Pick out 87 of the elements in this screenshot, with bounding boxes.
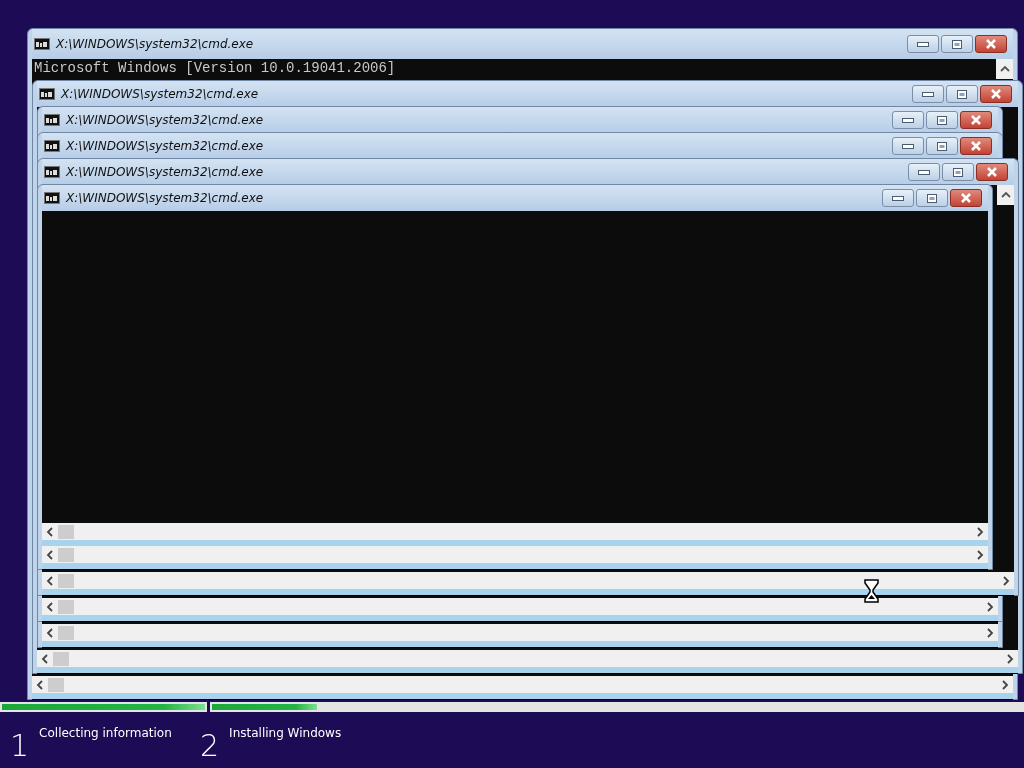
scroll-thumb[interactable] — [58, 573, 74, 588]
scroll-right-icon[interactable] — [1003, 575, 1010, 586]
scroll-thumb[interactable] — [58, 599, 74, 614]
window-title: X:\WINDOWS\system32\cmd.exe — [66, 191, 265, 205]
scroll-right-icon[interactable] — [1007, 653, 1014, 664]
close-icon — [960, 193, 972, 203]
step-number: 2 — [200, 730, 220, 762]
scroll-thumb[interactable] — [53, 651, 69, 666]
maximize-button[interactable] — [926, 137, 958, 155]
maximize-icon — [937, 141, 947, 151]
maximize-button[interactable] — [916, 189, 948, 207]
horizontal-scrollbar[interactable] — [42, 598, 998, 621]
minimize-icon — [902, 117, 914, 123]
close-icon — [990, 89, 1002, 99]
scroll-left-icon[interactable] — [36, 679, 43, 690]
maximize-icon — [927, 193, 937, 203]
console-icon — [34, 38, 50, 50]
scroll-left-icon[interactable] — [46, 601, 53, 612]
close-button[interactable] — [975, 35, 1007, 53]
close-button[interactable] — [980, 85, 1012, 103]
window-title: X:\WINDOWS\system32\cmd.exe — [66, 165, 265, 179]
maximize-icon — [952, 39, 962, 49]
scroll-left-icon[interactable] — [46, 575, 53, 586]
scroll-right-icon[interactable] — [977, 549, 984, 560]
scroll-left-icon[interactable] — [46, 549, 53, 560]
close-button[interactable] — [950, 189, 982, 207]
window-title: X:\WINDOWS\system32\cmd.exe — [61, 87, 260, 101]
minimize-button[interactable] — [908, 163, 940, 181]
title-bar[interactable]: X:\WINDOWS\system32\cmd.exe — [42, 107, 998, 133]
scroll-left-icon[interactable] — [46, 627, 53, 638]
scroll-thumb[interactable] — [58, 625, 74, 640]
minimize-button[interactable] — [907, 35, 939, 53]
horizontal-scrollbar[interactable] — [42, 523, 988, 546]
close-button[interactable] — [960, 137, 992, 155]
close-icon — [985, 39, 997, 49]
horizontal-scrollbar[interactable] — [32, 676, 1013, 699]
title-bar[interactable]: X:\WINDOWS\system32\cmd.exe — [42, 159, 1014, 185]
scroll-right-icon[interactable] — [1002, 679, 1009, 690]
minimize-icon — [892, 195, 904, 201]
scroll-thumb[interactable] — [58, 547, 74, 562]
maximize-icon — [957, 89, 967, 99]
maximize-button[interactable] — [946, 85, 978, 103]
close-icon — [970, 141, 982, 151]
minimize-button[interactable] — [912, 85, 944, 103]
close-button[interactable] — [976, 163, 1008, 181]
minimize-icon — [922, 91, 934, 97]
close-icon — [970, 115, 982, 125]
title-bar[interactable]: X:\WINDOWS\system32\cmd.exe — [32, 29, 1013, 59]
scroll-right-icon[interactable] — [987, 601, 994, 612]
horizontal-scrollbar[interactable] — [42, 546, 988, 569]
console-icon — [44, 114, 60, 126]
scroll-left-icon[interactable] — [41, 653, 48, 664]
horizontal-scrollbar[interactable] — [42, 624, 998, 647]
console-line: Microsoft Windows [Version 10.0.19041.2006] — [34, 60, 397, 76]
minimize-icon — [918, 169, 930, 175]
title-bar[interactable]: X:\WINDOWS\system32\cmd.exe — [42, 185, 988, 211]
minimize-icon — [917, 41, 929, 47]
scroll-right-icon[interactable] — [987, 627, 994, 638]
title-bar[interactable]: X:\WINDOWS\system32\cmd.exe — [37, 81, 1018, 107]
window-title: X:\WINDOWS\system32\cmd.exe — [66, 139, 265, 153]
step-label: Installing Windows — [229, 726, 342, 742]
window-title: X:\WINDOWS\system32\cmd.exe — [56, 37, 255, 51]
maximize-button[interactable] — [926, 111, 958, 129]
scroll-left-icon[interactable] — [46, 526, 53, 537]
console-icon — [44, 140, 60, 152]
console-icon — [39, 88, 55, 100]
horizontal-scrollbar[interactable] — [42, 572, 1014, 595]
scroll-right-icon[interactable] — [977, 526, 984, 537]
horizontal-scrollbar[interactable] — [37, 650, 1018, 673]
scroll-thumb[interactable] — [48, 677, 64, 692]
scroll-thumb[interactable] — [58, 524, 74, 539]
minimize-button[interactable] — [882, 189, 914, 207]
minimize-icon — [902, 143, 914, 149]
console-icon — [44, 192, 60, 204]
step-label: Collecting information — [39, 726, 172, 742]
maximize-icon — [937, 115, 947, 125]
minimize-button[interactable] — [892, 137, 924, 155]
close-button[interactable] — [960, 111, 992, 129]
window-title: X:\WINDOWS\system32\cmd.exe — [66, 113, 265, 127]
console-icon — [44, 166, 60, 178]
maximize-icon — [953, 167, 963, 177]
maximize-button[interactable] — [942, 163, 974, 181]
maximize-button[interactable] — [941, 35, 973, 53]
title-bar[interactable]: X:\WINDOWS\system32\cmd.exe — [42, 133, 998, 159]
minimize-button[interactable] — [892, 111, 924, 129]
step-number: 1 — [10, 730, 30, 762]
close-icon — [986, 167, 998, 177]
